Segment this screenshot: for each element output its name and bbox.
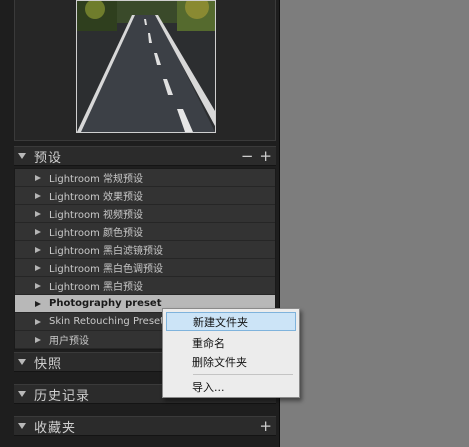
expand-arrow-icon[interactable]: [35, 192, 41, 199]
navigator-preview: [14, 0, 276, 141]
preset-folder-label: Lightroom 黑白预设: [49, 282, 144, 293]
history-panel-title: 历史记录: [34, 388, 91, 404]
collapse-triangle-icon[interactable]: [18, 391, 26, 397]
collapse-triangle-icon[interactable]: [18, 153, 26, 159]
preset-folder-item[interactable]: Lightroom 黑白预设: [15, 277, 275, 295]
menu-item-rename[interactable]: 重命名: [166, 333, 296, 352]
preset-folder-label: Lightroom 黑白滤镜预设: [49, 246, 164, 257]
preset-folder-item[interactable]: Lightroom 颜色预设: [15, 223, 275, 241]
expand-arrow-icon[interactable]: [35, 228, 41, 235]
preset-folder-item[interactable]: Lightroom 视频预设: [15, 205, 275, 223]
collapse-triangle-icon[interactable]: [18, 423, 26, 429]
preset-folder-label: Lightroom 黑白色调预设: [49, 264, 164, 275]
preset-folder-label: Lightroom 视频预设: [49, 210, 144, 221]
preset-folder-label: Photography preset: [49, 298, 162, 309]
add-preset-button[interactable]: +: [259, 147, 272, 165]
snapshots-panel-title: 快照: [34, 356, 63, 372]
presets-panel-title: 预设: [34, 150, 63, 166]
expand-arrow-icon[interactable]: [35, 282, 41, 289]
expand-arrow-icon[interactable]: [35, 318, 41, 325]
collections-panel-title: 收藏夹: [34, 420, 77, 436]
context-menu: 新建文件夹 重命名 删除文件夹 导入...: [162, 308, 300, 398]
preset-folder-label: Lightroom 常规预设: [49, 174, 144, 185]
preset-folder-item[interactable]: Lightroom 黑白滤镜预设: [15, 241, 275, 259]
road-photo-thumbnail: [76, 0, 216, 133]
expand-arrow-icon[interactable]: [35, 210, 41, 217]
menu-separator: [193, 374, 293, 375]
presets-panel-header[interactable]: 预设 − +: [14, 146, 276, 166]
expand-arrow-icon[interactable]: [35, 264, 41, 271]
menu-item-new-folder[interactable]: 新建文件夹: [166, 312, 296, 331]
collections-panel-header[interactable]: 收藏夹 +: [14, 416, 276, 436]
preset-folder-label: Lightroom 效果预设: [49, 192, 144, 203]
collapse-triangle-icon[interactable]: [18, 359, 26, 365]
expand-arrow-icon[interactable]: [35, 336, 41, 343]
preset-folder-label: Skin Retouching Preset: [49, 316, 165, 327]
preset-folder-item[interactable]: Lightroom 效果预设: [15, 187, 275, 205]
add-collection-button[interactable]: +: [259, 417, 272, 435]
preset-folder-label: 用户预设: [49, 336, 89, 347]
expand-arrow-icon[interactable]: [35, 246, 41, 253]
menu-item-delete-folder[interactable]: 删除文件夹: [166, 352, 296, 371]
expand-arrow-icon[interactable]: [35, 174, 41, 181]
preset-folder-label: Lightroom 颜色预设: [49, 228, 144, 239]
remove-preset-button[interactable]: −: [241, 147, 254, 165]
expand-arrow-icon[interactable]: [35, 300, 41, 307]
preset-folder-item[interactable]: Lightroom 黑白色调预设: [15, 259, 275, 277]
menu-item-import[interactable]: 导入...: [166, 377, 296, 396]
preset-folder-item[interactable]: Lightroom 常规预设: [15, 169, 275, 187]
